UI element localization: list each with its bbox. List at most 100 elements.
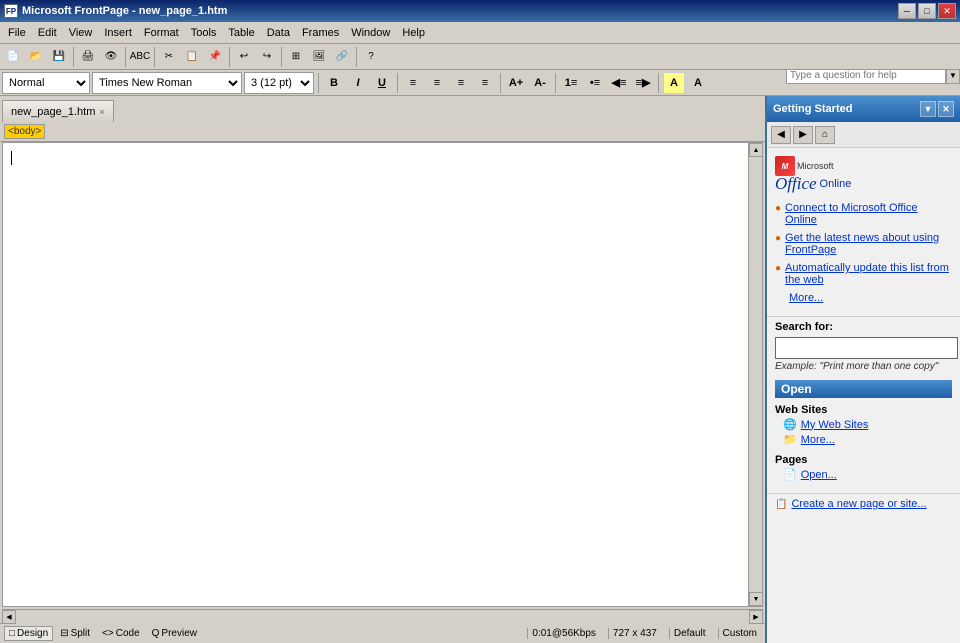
link-update[interactable]: ● Automatically update this list from th… bbox=[775, 262, 952, 286]
my-websites-link[interactable]: 🌐 My Web Sites bbox=[775, 418, 952, 431]
spell-button[interactable]: ABC bbox=[129, 46, 151, 68]
menu-view[interactable]: View bbox=[63, 23, 99, 43]
custom-mode: Custom bbox=[718, 628, 761, 639]
more-link[interactable]: More... bbox=[775, 292, 952, 304]
editor-area: new_page_1.htm × <body> ▲ ▼ ◀ ▶ bbox=[0, 96, 765, 643]
right-panel: Getting Started ▼ ✕ ◀ ▶ ⌂ M Microsoft bbox=[765, 96, 960, 643]
microsoft-label: Microsoft bbox=[797, 161, 834, 171]
websites-more-link[interactable]: 📁 More... bbox=[775, 433, 952, 446]
font-size-increase[interactable]: A+ bbox=[505, 72, 527, 94]
preview-button[interactable]: 👁 bbox=[100, 46, 122, 68]
vertical-scrollbar[interactable]: ▲ ▼ bbox=[748, 143, 762, 606]
close-button[interactable]: ✕ bbox=[938, 3, 956, 19]
italic-button[interactable]: I bbox=[347, 72, 369, 94]
tab-bar: new_page_1.htm × bbox=[0, 96, 765, 122]
panel-close-button[interactable]: ✕ bbox=[938, 101, 954, 117]
style-select[interactable]: Normal bbox=[2, 72, 90, 94]
open-button[interactable]: 📂 bbox=[25, 46, 47, 68]
h-scroll-track[interactable] bbox=[16, 610, 749, 624]
menu-help[interactable]: Help bbox=[396, 23, 431, 43]
connection-speed: 0:01@56Kbps bbox=[527, 628, 600, 639]
create-new-link[interactable]: 📋 Create a new page or site... bbox=[767, 493, 960, 514]
nav-forward-button[interactable]: ▶ bbox=[793, 126, 813, 144]
editor-tab[interactable]: new_page_1.htm × bbox=[2, 100, 114, 122]
numbered-list-button[interactable]: 1≡ bbox=[560, 72, 582, 94]
font-select[interactable]: Times New Roman bbox=[92, 72, 242, 94]
highlight-button[interactable]: A bbox=[663, 72, 685, 94]
menu-insert[interactable]: Insert bbox=[98, 23, 138, 43]
split-view-button[interactable]: ⊟ Split bbox=[55, 626, 95, 641]
menu-format[interactable]: Format bbox=[138, 23, 185, 43]
toolbar-sep-5 bbox=[281, 47, 282, 67]
minimize-button[interactable]: ─ bbox=[898, 3, 916, 19]
tab-close-button[interactable]: × bbox=[99, 107, 104, 117]
menu-window[interactable]: Window bbox=[345, 23, 396, 43]
toolbar-sep-4 bbox=[229, 47, 230, 67]
nav-back-button[interactable]: ◀ bbox=[771, 126, 791, 144]
hyperlink-button[interactable]: 🔗 bbox=[331, 46, 353, 68]
title-bar: FP Microsoft FrontPage - new_page_1.htm … bbox=[0, 0, 960, 22]
create-icon: 📋 bbox=[775, 499, 787, 510]
menu-bar: File Edit View Insert Format Tools Table… bbox=[0, 22, 960, 44]
scroll-right-button[interactable]: ▶ bbox=[749, 610, 763, 624]
edit-mode: Default bbox=[669, 628, 710, 639]
new-button[interactable]: 📄 bbox=[2, 46, 24, 68]
scroll-left-button[interactable]: ◀ bbox=[2, 610, 16, 624]
open-header: Open bbox=[775, 380, 952, 398]
paste-button[interactable]: 📌 bbox=[204, 46, 226, 68]
menu-data[interactable]: Data bbox=[261, 23, 296, 43]
menu-frames[interactable]: Frames bbox=[296, 23, 345, 43]
editor-content[interactable]: ▲ ▼ bbox=[2, 142, 763, 607]
justify-button[interactable]: ≡ bbox=[474, 72, 496, 94]
font-color-button[interactable]: A bbox=[687, 72, 709, 94]
bullet-list-button[interactable]: •≡ bbox=[584, 72, 606, 94]
maximize-button[interactable]: □ bbox=[918, 3, 936, 19]
horizontal-scrollbar[interactable]: ◀ ▶ bbox=[2, 609, 763, 623]
breadcrumb-tag: <body> bbox=[4, 124, 45, 139]
save-button[interactable]: 💾 bbox=[48, 46, 70, 68]
undo-button[interactable]: ↩ bbox=[233, 46, 255, 68]
increase-indent-button[interactable]: ≡▶ bbox=[632, 72, 654, 94]
link-news[interactable]: ● Get the latest news about using FrontP… bbox=[775, 232, 952, 256]
scroll-down-button[interactable]: ▼ bbox=[749, 592, 763, 606]
menu-tools[interactable]: Tools bbox=[185, 23, 223, 43]
link-connect[interactable]: ● Connect to Microsoft Office Online bbox=[775, 202, 952, 226]
online-label: Online bbox=[820, 178, 852, 190]
code-view-button[interactable]: <> Code bbox=[97, 626, 145, 641]
align-right-button[interactable]: ≡ bbox=[450, 72, 472, 94]
websites-subsection: Web Sites 🌐 My Web Sites 📁 More... bbox=[775, 404, 952, 446]
nav-home-button[interactable]: ⌂ bbox=[815, 126, 835, 144]
print-button[interactable]: 🖨 bbox=[77, 46, 99, 68]
decrease-indent-button[interactable]: ◀≡ bbox=[608, 72, 630, 94]
fmt-sep-2 bbox=[397, 73, 398, 93]
menu-edit[interactable]: Edit bbox=[32, 23, 63, 43]
size-select[interactable]: 3 (12 pt) bbox=[244, 72, 314, 94]
align-center-button[interactable]: ≡ bbox=[426, 72, 448, 94]
insert-picture-button[interactable]: 🖼 bbox=[308, 46, 330, 68]
align-left-button[interactable]: ≡ bbox=[402, 72, 424, 94]
insert-table-button[interactable]: ⊞ bbox=[285, 46, 307, 68]
status-right: 0:01@56Kbps 727 x 437 Default Custom bbox=[527, 628, 761, 639]
cut-button[interactable]: ✂ bbox=[158, 46, 180, 68]
panel-menu-button[interactable]: ▼ bbox=[920, 101, 936, 117]
folder-icon: 📁 bbox=[783, 433, 797, 446]
bullet-2: ● bbox=[775, 233, 781, 244]
menu-table[interactable]: Table bbox=[222, 23, 260, 43]
scroll-track[interactable] bbox=[749, 157, 762, 592]
bold-button[interactable]: B bbox=[323, 72, 345, 94]
search-section: Search for: ▶ Example: "Print more than … bbox=[767, 316, 960, 376]
help-button[interactable]: ? bbox=[360, 46, 382, 68]
design-view-button[interactable]: □ Design bbox=[4, 626, 53, 641]
scroll-up-button[interactable]: ▲ bbox=[749, 143, 763, 157]
underline-button[interactable]: U bbox=[371, 72, 393, 94]
view-buttons: □ Design ⊟ Split <> Code Q Preview bbox=[4, 626, 202, 641]
redo-button[interactable]: ↪ bbox=[256, 46, 278, 68]
search-input[interactable] bbox=[775, 337, 958, 359]
ms-logo-box: M bbox=[775, 156, 795, 176]
preview-view-button[interactable]: Q Preview bbox=[147, 626, 202, 641]
menu-file[interactable]: File bbox=[2, 23, 32, 43]
open-page-link[interactable]: 📄 Open... bbox=[775, 468, 952, 481]
font-size-decrease[interactable]: A- bbox=[529, 72, 551, 94]
copy-button[interactable]: 📋 bbox=[181, 46, 203, 68]
main-toolbar: 📄 📂 💾 🖨 👁 ABC ✂ 📋 📌 ↩ ↪ ⊞ 🖼 🔗 ? bbox=[0, 44, 960, 70]
